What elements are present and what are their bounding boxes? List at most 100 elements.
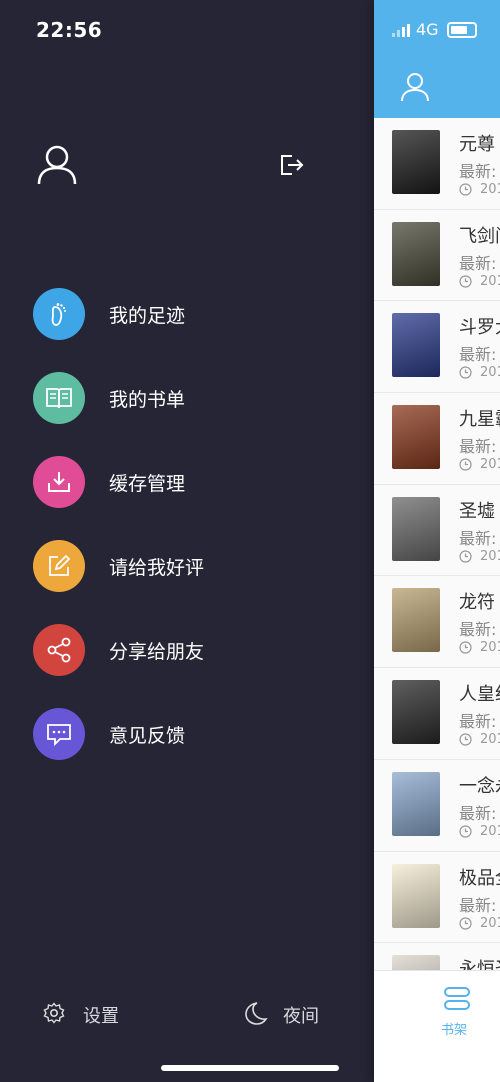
book-cover <box>392 405 440 470</box>
menu-item-cache[interactable]: 缓存管理 <box>0 456 374 540</box>
avatar-icon[interactable] <box>36 144 78 186</box>
night-mode-button[interactable]: 夜间 <box>283 1002 319 1028</box>
book-latest-chapter: 最新: <box>459 712 497 732</box>
book-latest-chapter: 最新: <box>459 345 497 365</box>
book-title: 飞剑问 <box>459 225 500 247</box>
menu-label: 意见反馈 <box>109 725 186 747</box>
book-update-time: 201 <box>459 732 500 747</box>
book-row[interactable]: 龙符最新:201 <box>374 576 500 669</box>
book-row[interactable]: 圣墟最新:201 <box>374 484 500 577</box>
book-update-time: 201 <box>459 365 500 380</box>
book-cover <box>392 313 440 378</box>
bookshelf-icon[interactable] <box>442 985 472 1013</box>
book-row[interactable]: 极品全最新:201 <box>374 851 500 944</box>
network-label: 4G <box>416 20 439 39</box>
header-bar: 4G <box>374 0 500 118</box>
book-row[interactable]: 飞剑问最新:201 <box>374 209 500 302</box>
status-indicators: 4G <box>392 20 477 39</box>
book-update-time: 201 <box>459 916 500 931</box>
book-update-time: 201 <box>459 274 500 289</box>
book-latest-chapter: 最新: <box>459 437 497 457</box>
tab-bar: 书架 <box>374 970 500 1082</box>
menu-item-footprint[interactable]: 我的足迹 <box>0 288 374 372</box>
book-row[interactable]: 斗罗大最新:201 <box>374 301 500 394</box>
status-time: 22:56 <box>36 18 103 42</box>
book-time-text: 201 <box>480 365 500 381</box>
menu-label: 分享给朋友 <box>109 641 205 663</box>
menu-item-rate[interactable]: 请给我好评 <box>0 540 374 624</box>
menu-label: 缓存管理 <box>109 473 186 495</box>
book-cover <box>392 130 440 194</box>
bookshelf-panel[interactable]: 4G 元尊最新:201飞剑问最新:201斗罗大最新:201九星霸最新:201圣墟… <box>374 0 500 1082</box>
book-update-time: 201 <box>459 824 500 839</box>
book-latest-chapter: 最新: <box>459 803 497 823</box>
book-time-text: 201 <box>480 640 500 656</box>
signal-icon <box>392 23 410 37</box>
book-cover <box>392 588 440 653</box>
clock-icon <box>459 550 472 563</box>
menu-item-feedback[interactable]: 意见反馈 <box>0 708 374 792</box>
clock-icon <box>459 183 472 196</box>
user-icon[interactable] <box>400 72 430 102</box>
book-row[interactable]: 九星霸最新:201 <box>374 393 500 485</box>
feedback-icon <box>33 708 85 760</box>
book-time-text: 201 <box>480 915 500 931</box>
book-update-time: 201 <box>459 457 500 472</box>
book-title: 极品全 <box>459 867 500 889</box>
side-drawer: 22:56 我的足迹 我的书单 缓存管理 请给我好评 分享给朋友 意见反馈 设置… <box>0 0 374 1082</box>
clock-icon <box>459 458 472 471</box>
clock-icon <box>459 275 472 288</box>
book-title: 一念永 <box>459 775 500 797</box>
book-time-text: 201 <box>480 457 500 473</box>
book-update-time: 201 <box>459 549 500 564</box>
book-time-text: 201 <box>480 823 500 839</box>
tab-bookshelf[interactable]: 书架 <box>441 1019 467 1038</box>
book-list: 元尊最新:201飞剑问最新:201斗罗大最新:201九星霸最新:201圣墟最新:… <box>374 118 500 1035</box>
logout-icon[interactable] <box>278 152 304 178</box>
book-row[interactable]: 元尊最新:201 <box>374 118 500 210</box>
footprint-icon <box>33 288 85 340</box>
book-cover <box>392 221 440 286</box>
book-update-time: 201 <box>459 640 500 655</box>
clock-icon <box>459 825 472 838</box>
gear-icon[interactable] <box>43 1002 65 1024</box>
book-time-text: 201 <box>480 182 500 197</box>
book-title: 人皇纪 <box>459 684 500 706</box>
clock-icon <box>459 733 472 746</box>
book-title: 元尊 <box>459 134 495 155</box>
book-title: 龙符 <box>459 592 495 614</box>
home-indicator <box>161 1065 339 1071</box>
menu-item-share[interactable]: 分享给朋友 <box>0 624 374 708</box>
book-row[interactable]: 一念永最新:201 <box>374 759 500 852</box>
book-update-time: 201 <box>459 182 500 197</box>
book-time-text: 201 <box>480 548 500 564</box>
settings-button[interactable]: 设置 <box>83 1002 119 1028</box>
drawer-footer: 设置 夜间 <box>0 996 374 1036</box>
book-time-text: 201 <box>480 732 500 748</box>
book-latest-chapter: 最新: <box>459 253 497 273</box>
book-cover <box>392 863 440 928</box>
book-title: 九星霸 <box>459 409 500 431</box>
download-icon <box>33 456 85 508</box>
menu-item-booklist[interactable]: 我的书单 <box>0 372 374 456</box>
share-icon <box>33 624 85 676</box>
book-icon <box>33 372 85 424</box>
menu-label: 我的书单 <box>109 389 186 411</box>
book-title: 圣墟 <box>459 500 495 522</box>
clock-icon <box>459 641 472 655</box>
book-latest-chapter: 最新: <box>459 620 497 640</box>
menu-label: 我的足迹 <box>109 305 186 327</box>
clock-icon <box>459 916 472 930</box>
book-time-text: 201 <box>480 273 500 289</box>
book-latest-chapter: 最新: <box>459 528 497 548</box>
book-latest-chapter: 最新: <box>459 895 497 915</box>
book-cover <box>392 496 440 561</box>
book-row[interactable]: 人皇纪最新:201 <box>374 668 500 760</box>
book-title: 斗罗大 <box>459 317 500 339</box>
clock-icon <box>459 366 472 379</box>
moon-icon[interactable] <box>242 1000 268 1026</box>
book-latest-chapter: 最新: <box>459 162 497 181</box>
book-cover <box>392 771 440 836</box>
battery-icon <box>446 21 477 38</box>
book-cover <box>392 680 440 745</box>
